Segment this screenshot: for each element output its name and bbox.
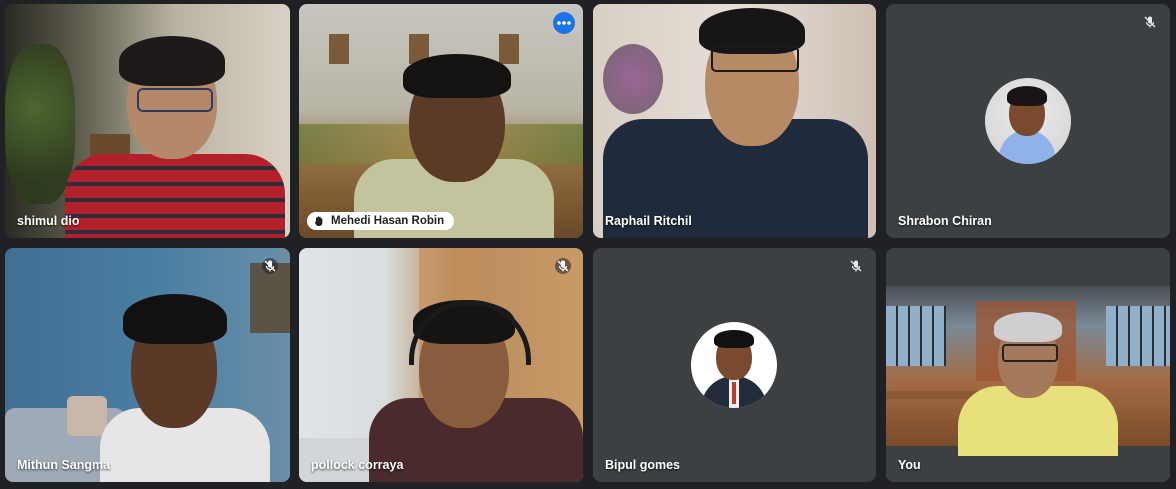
avatar [691,322,777,408]
video-feed [299,248,583,482]
video-feed [299,4,583,238]
participant-name: shimul dio [17,214,80,228]
mic-off-icon [555,258,571,274]
participant-name: Mehedi Hasan Robin [331,215,445,227]
mic-off-icon [848,258,864,274]
participant-name: Raphail Ritchil [605,214,692,228]
video-feed [593,4,876,238]
video-feed [5,4,290,238]
participant-name: You [898,458,921,472]
raised-hand-icon [313,215,325,227]
participant-tile-shimul-dio[interactable]: shimul dio [5,4,290,238]
participant-tile-pollock-corraya[interactable]: pollock corraya [299,248,583,482]
participant-name: pollock corraya [311,458,404,472]
mic-off-icon [1142,14,1158,30]
participant-name: Bipul gomes [605,458,681,472]
participant-tile-raphail-ritchil[interactable]: Raphail Ritchil [593,4,876,238]
more-options-icon[interactable] [553,12,575,34]
video-feed [5,248,290,482]
participant-grid: shimul dio Mehedi Hasan Robin Raphail Ri… [0,0,1176,489]
participant-tile-shrabon-chiran[interactable]: Shrabon Chiran [886,4,1170,238]
avatar [985,78,1071,164]
video-feed [886,286,1170,456]
participant-tile-you[interactable]: You [886,248,1170,482]
participant-tile-bipul-gomes[interactable]: Bipul gomes [593,248,876,482]
raised-hand-name-badge: Mehedi Hasan Robin [307,212,455,230]
mic-off-icon [262,258,278,274]
participant-name: Mithun Sangma [17,458,111,472]
participant-tile-mithun-sangma[interactable]: Mithun Sangma [5,248,290,482]
participant-name: Shrabon Chiran [898,214,992,228]
participant-tile-mehedi-hasan-robin[interactable]: Mehedi Hasan Robin [299,4,583,238]
